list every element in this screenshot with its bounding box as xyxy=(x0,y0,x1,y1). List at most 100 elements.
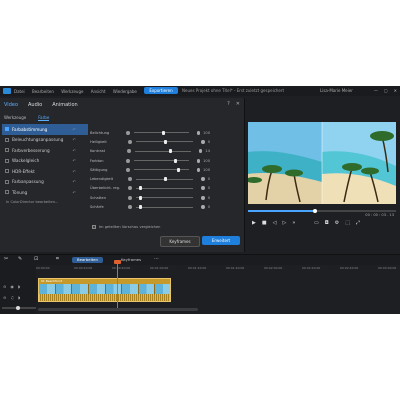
stop-icon[interactable]: ■ xyxy=(262,220,267,226)
reset-icon[interactable]: ↶ xyxy=(73,127,76,132)
reset-icon[interactable]: ↶ xyxy=(73,190,76,195)
advanced-button[interactable]: Erweitert xyxy=(202,236,240,245)
checkbox[interactable] xyxy=(5,169,9,174)
keyframes-button[interactable]: Keyframes xyxy=(160,236,200,247)
tool-item[interactable]: Farbverbesserung ↶ xyxy=(2,145,88,156)
play-icon[interactable]: ▶ xyxy=(252,220,256,226)
help-icon[interactable]: ? xyxy=(227,101,230,107)
reset-icon[interactable]: ↶ xyxy=(73,158,76,163)
forward-icon[interactable]: » xyxy=(292,220,295,226)
reset-icon[interactable]: ↶ xyxy=(73,179,76,184)
eye-icon[interactable]: ◉ xyxy=(10,284,14,289)
tab-animation[interactable]: Animation xyxy=(52,102,78,108)
lock-icon[interactable]: ⊖ xyxy=(3,284,6,289)
reset-icon[interactable]: ↶ xyxy=(73,148,76,153)
speaker-icon[interactable]: ◗ xyxy=(18,284,20,289)
checkbox[interactable] xyxy=(5,190,9,195)
video-clip[interactable]: 01 Beachfront xyxy=(38,278,171,302)
adjust-slider[interactable] xyxy=(135,177,193,182)
reset-icon[interactable]: ↶ xyxy=(73,137,76,142)
checkbox[interactable] xyxy=(5,179,9,184)
checkbox[interactable] xyxy=(92,225,96,229)
close-window-icon[interactable]: ✕ xyxy=(394,88,397,93)
audio-icon[interactable]: ♫ xyxy=(10,295,14,300)
adjust-slider[interactable] xyxy=(133,130,189,135)
snapshot-icon[interactable]: ▭ xyxy=(314,220,319,226)
slider-knob[interactable] xyxy=(164,139,168,144)
zoom-knob[interactable] xyxy=(16,305,20,310)
subtab-color[interactable]: Farbe xyxy=(38,115,50,121)
tool-item[interactable]: Farbabstimmung ↶ xyxy=(2,124,88,135)
adjust-slider[interactable] xyxy=(133,158,189,163)
tool-item[interactable]: Tönung ↶ xyxy=(2,187,88,198)
tab-video[interactable]: Video xyxy=(4,102,18,108)
menu-view[interactable]: Ansicht xyxy=(91,89,106,94)
playback-knob[interactable] xyxy=(312,208,317,213)
maximize-icon[interactable]: ▢ xyxy=(384,88,388,93)
minimize-icon[interactable]: — xyxy=(374,88,378,93)
tool-item[interactable]: Wackelgleich ↶ xyxy=(2,156,88,167)
adjust-value[interactable]: 100 xyxy=(203,131,210,135)
checkbox[interactable] xyxy=(5,158,9,163)
checkbox[interactable] xyxy=(5,137,9,142)
adjust-slider[interactable] xyxy=(135,195,193,200)
adjust-slider[interactable] xyxy=(135,186,193,191)
timeline-zoom-slider[interactable] xyxy=(2,305,36,310)
export-button[interactable]: Exportieren xyxy=(144,87,178,94)
mute-icon[interactable]: ◗ xyxy=(18,295,20,300)
adjust-value[interactable]: 0 xyxy=(208,196,210,200)
prev-frame-icon[interactable]: ◁ xyxy=(273,220,277,226)
slider-knob[interactable] xyxy=(176,167,180,172)
menu-file[interactable]: Datei xyxy=(14,89,25,94)
fullscreen-icon[interactable]: ⤢ xyxy=(356,220,360,226)
adjust-value[interactable]: 0 xyxy=(208,186,210,190)
colordirector-link[interactable]: In ColorDirector bearbeiten... xyxy=(6,200,88,204)
adjust-value[interactable]: 0 xyxy=(208,177,210,181)
next-frame-icon[interactable]: ▷ xyxy=(282,220,286,226)
trim-icon[interactable]: ⊡ xyxy=(34,256,38,262)
slider-knob[interactable] xyxy=(173,158,177,163)
more-icon[interactable]: ⋯ xyxy=(154,256,159,262)
lock-icon[interactable]: ⊖ xyxy=(3,295,6,300)
volume-icon[interactable]: ◘ xyxy=(325,220,329,226)
tool-item[interactable]: Beleuchtungsanpassung ↶ xyxy=(2,135,88,146)
undock-icon[interactable]: ⬚ xyxy=(345,220,350,226)
menu-tools[interactable]: Werkzeuge xyxy=(61,89,83,94)
tab-edit[interactable]: Bearbeiten xyxy=(72,257,103,263)
menu-edit[interactable]: Bearbeiten xyxy=(32,89,54,94)
settings-icon[interactable]: ⚙ xyxy=(335,220,339,226)
adjust-value[interactable]: 100 xyxy=(203,168,210,172)
playback-slider[interactable] xyxy=(248,208,396,213)
subtab-tools[interactable]: Werkzeuge xyxy=(4,115,26,121)
timeline-ruler[interactable]: 00:00:00 00:00:20:00 00:00:40:00 00:01:0… xyxy=(36,266,400,272)
timeline-scrollbar[interactable] xyxy=(38,308,198,311)
adjust-value[interactable]: 100 xyxy=(203,159,210,163)
slider-knob[interactable] xyxy=(162,130,166,135)
adjust-value[interactable]: 0 xyxy=(208,140,210,144)
adjust-slider[interactable] xyxy=(134,149,191,154)
split-icon[interactable]: ✂ xyxy=(4,256,8,262)
playhead-handle[interactable] xyxy=(114,260,121,264)
adjust-slider[interactable] xyxy=(135,205,193,210)
adjust-value[interactable]: 14 xyxy=(205,149,210,153)
brush-icon[interactable]: ✎ xyxy=(18,256,22,262)
close-icon[interactable]: ✕ xyxy=(236,101,240,107)
slider-knob[interactable] xyxy=(138,195,142,200)
menu-playback[interactable]: Wiedergabe xyxy=(113,89,137,94)
tool-item[interactable]: HDR-Effekt ↶ xyxy=(2,166,88,177)
adjust-value[interactable]: 0 xyxy=(208,205,210,209)
checkbox[interactable] xyxy=(5,148,9,153)
slider-knob[interactable] xyxy=(138,205,142,210)
reset-icon[interactable]: ↶ xyxy=(73,169,76,174)
crop-icon[interactable]: ⌗ xyxy=(56,256,59,262)
slider-knob[interactable] xyxy=(164,177,168,182)
user-name[interactable]: Lisa-Marie Meier xyxy=(320,88,353,93)
tool-item[interactable]: Farbanpassung ↶ xyxy=(2,177,88,188)
tab-audio[interactable]: Audio xyxy=(28,102,42,108)
checkbox[interactable] xyxy=(5,127,9,132)
slider-knob[interactable] xyxy=(169,149,173,154)
adjust-slider[interactable] xyxy=(135,139,193,144)
slider-knob[interactable] xyxy=(138,186,142,191)
adjust-slider[interactable] xyxy=(133,167,189,172)
split-preview-option[interactable]: Im geteilten Vorschau vergleichen xyxy=(92,225,160,229)
